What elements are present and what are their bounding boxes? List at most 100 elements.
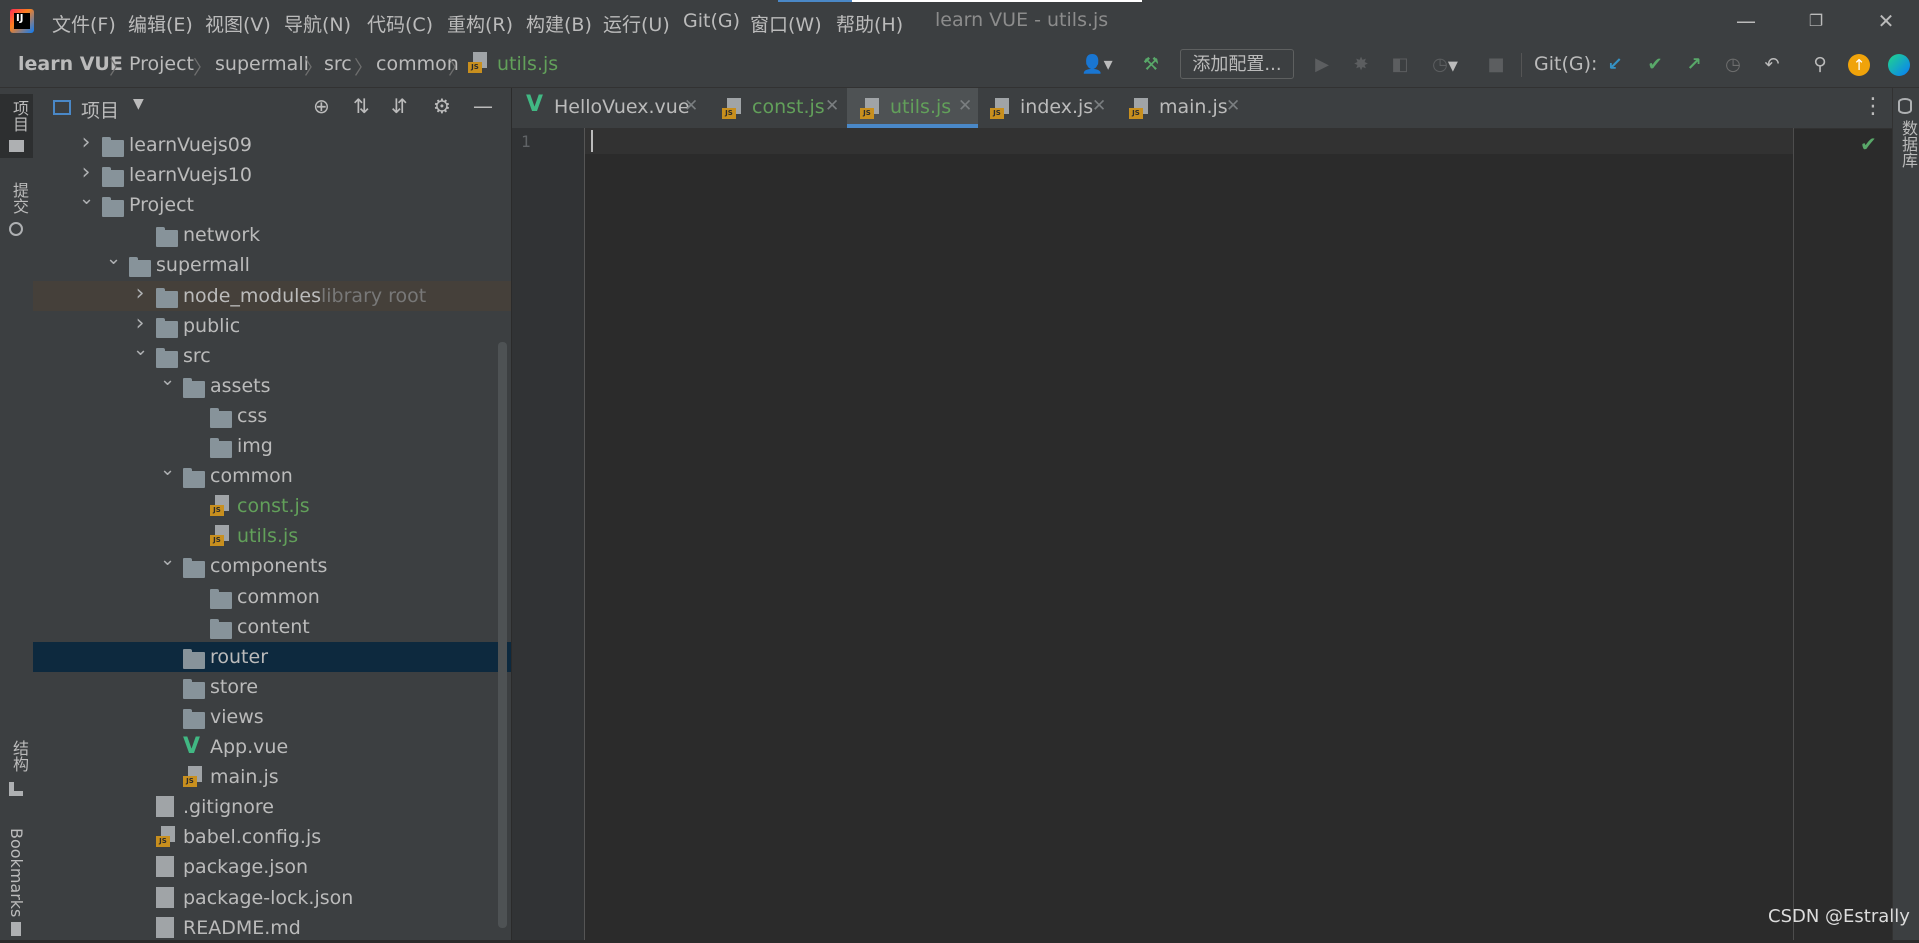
project-tool-window-button[interactable]: 项目 xyxy=(0,94,33,158)
chevron-right-icon[interactable]: › xyxy=(133,281,147,307)
menu-run[interactable]: 运行(U) xyxy=(603,10,670,36)
menu-help[interactable]: 帮助(H) xyxy=(836,10,903,36)
tree-item[interactable]: JS main.js xyxy=(33,762,511,792)
close-tab-icon[interactable]: ✕ xyxy=(1226,96,1240,116)
tree-item[interactable]: common xyxy=(33,582,511,612)
tree-item[interactable]: views xyxy=(33,702,511,732)
tree-item[interactable]: router xyxy=(33,642,511,672)
tree-item[interactable]: › learnVuejs09 xyxy=(33,130,511,160)
tree-item[interactable]: ⌄ Project xyxy=(33,188,511,220)
breadcrumb-file[interactable]: utils.js xyxy=(497,53,558,77)
project-tree-scrollbar[interactable] xyxy=(498,342,507,928)
tree-item[interactable]: ⌄ components xyxy=(33,549,511,581)
close-tab-icon[interactable]: ✕ xyxy=(958,96,972,116)
tree-item[interactable]: .gitignore xyxy=(33,792,511,822)
structure-tool-window-button[interactable]: 结构 xyxy=(0,736,33,802)
tree-item[interactable]: JS const.js xyxy=(33,491,511,521)
menu-view[interactable]: 视图(V) xyxy=(205,10,271,36)
menu-edit[interactable]: 编辑(E) xyxy=(128,10,193,36)
more-tabs-icon[interactable]: ⋮ xyxy=(1862,94,1884,119)
build-hammer-icon[interactable]: ⚒ xyxy=(1136,50,1166,80)
expand-all-icon[interactable]: ⇅ xyxy=(353,94,370,118)
tree-item[interactable]: ⌄ assets xyxy=(33,369,511,401)
inspection-ok-icon[interactable]: ✔ xyxy=(1860,132,1877,156)
tree-item[interactable]: JS utils.js xyxy=(33,521,511,551)
run-icon[interactable]: ▶ xyxy=(1307,50,1337,80)
chevron-down-icon[interactable]: ▼ xyxy=(133,96,144,112)
close-tab-icon[interactable]: ✕ xyxy=(1092,96,1106,116)
menu-refactor[interactable]: 重构(R) xyxy=(447,10,513,36)
chevron-down-icon[interactable]: ⌄ xyxy=(106,246,121,272)
menu-window[interactable]: 窗口(W) xyxy=(750,10,822,36)
menu-build[interactable]: 构建(B) xyxy=(526,10,592,36)
coverage-icon[interactable]: ◧ xyxy=(1385,50,1415,80)
rollback-icon[interactable]: ↶ xyxy=(1757,50,1787,80)
breadcrumb-common[interactable]: common xyxy=(376,53,459,77)
stop-icon[interactable]: ■ xyxy=(1481,50,1511,80)
chevron-right-icon[interactable]: › xyxy=(79,160,93,186)
collapse-all-icon[interactable]: ⇵ xyxy=(391,94,408,118)
tree-item[interactable]: README.md xyxy=(33,913,511,943)
chevron-right-icon[interactable]: › xyxy=(79,130,93,156)
menu-code[interactable]: 代码(C) xyxy=(367,10,433,36)
breadcrumb-project-root[interactable]: learn VUE xyxy=(18,53,123,77)
tree-item[interactable]: css xyxy=(33,401,511,431)
debug-icon[interactable]: ✸ xyxy=(1346,50,1376,80)
chevron-right-icon[interactable]: › xyxy=(133,311,147,337)
chevron-down-icon[interactable]: ⌄ xyxy=(79,186,94,212)
commit-tool-window-button[interactable]: 提交 xyxy=(0,176,33,240)
tab-utils-js[interactable]: JS utils.js ✕ xyxy=(860,88,978,128)
tree-item[interactable]: ⌄ supermall xyxy=(33,248,511,280)
search-icon[interactable]: ⚲ xyxy=(1805,50,1835,80)
tab-main-js[interactable]: JS main.js ✕ xyxy=(1129,88,1251,128)
chevron-down-icon[interactable]: ⌄ xyxy=(160,457,175,483)
tree-item[interactable]: store xyxy=(33,672,511,702)
bookmarks-tool-window-button[interactable]: Bookmarks xyxy=(0,826,33,938)
minimize-icon[interactable]: — xyxy=(1728,6,1764,36)
menu-file[interactable]: 文件(F) xyxy=(52,10,116,36)
chevron-down-icon[interactable]: ⌄ xyxy=(133,337,148,363)
close-tab-icon[interactable]: ✕ xyxy=(684,96,698,116)
git-push-icon[interactable]: ↗ xyxy=(1679,50,1709,80)
tree-item[interactable]: V App.vue xyxy=(33,732,511,762)
tree-item[interactable]: network xyxy=(33,220,511,250)
menu-git[interactable]: Git(G) xyxy=(683,10,740,34)
locate-file-icon[interactable]: ⊕ xyxy=(313,94,330,118)
chevron-down-icon[interactable]: ⌄ xyxy=(160,547,175,573)
tab-const-js[interactable]: JS const.js ✕ xyxy=(722,88,844,128)
git-history-icon[interactable]: ◷ xyxy=(1718,50,1748,80)
update-notification-icon[interactable]: ↑ xyxy=(1848,54,1870,76)
jetbrains-toolbox-icon[interactable] xyxy=(1888,54,1910,76)
gear-icon[interactable]: ⚙ xyxy=(433,94,451,118)
close-window-icon[interactable]: ✕ xyxy=(1868,6,1904,36)
code-editor-area[interactable] xyxy=(585,128,1892,940)
project-panel-title[interactable]: 项目 xyxy=(81,96,119,123)
hide-panel-icon[interactable]: — xyxy=(473,94,493,118)
tree-item[interactable]: package-lock.json xyxy=(33,883,511,913)
tab-hellovuex[interactable]: V HelloVuex.vue ✕ xyxy=(524,88,704,128)
profile-icon[interactable]: ◷▼ xyxy=(1424,50,1466,80)
database-tool-window-button[interactable]: 数据库 xyxy=(1892,94,1919,184)
tree-item[interactable]: img xyxy=(33,431,511,461)
tree-item[interactable]: ⌄ src xyxy=(33,339,511,371)
tree-item[interactable]: › node_modules library root xyxy=(33,281,511,311)
restore-icon[interactable]: ❐ xyxy=(1798,6,1834,36)
git-commit-icon[interactable]: ✔ xyxy=(1640,50,1670,80)
breadcrumb-supermall[interactable]: supermall xyxy=(215,53,309,77)
breadcrumb-project[interactable]: Project xyxy=(129,53,194,77)
user-account-icon[interactable]: 👤▾ xyxy=(1076,50,1118,80)
tree-item[interactable]: › public xyxy=(33,311,511,341)
close-tab-icon[interactable]: ✕ xyxy=(825,96,839,116)
add-configuration-button[interactable]: 添加配置... xyxy=(1180,49,1294,79)
chevron-down-icon[interactable]: ⌄ xyxy=(160,367,175,393)
tree-item[interactable]: content xyxy=(33,612,511,642)
git-update-icon[interactable]: ↙ xyxy=(1600,50,1630,80)
tab-index-js[interactable]: JS index.js ✕ xyxy=(990,88,1112,128)
tree-item-label: Project xyxy=(129,194,195,216)
tree-item[interactable]: › learnVuejs10 xyxy=(33,160,511,190)
menu-navigate[interactable]: 导航(N) xyxy=(284,10,351,36)
tree-item[interactable]: ⌄ common xyxy=(33,459,511,491)
breadcrumb-src[interactable]: src xyxy=(324,53,352,77)
tree-item[interactable]: JS babel.config.js xyxy=(33,822,511,852)
tree-item[interactable]: package.json xyxy=(33,852,511,882)
